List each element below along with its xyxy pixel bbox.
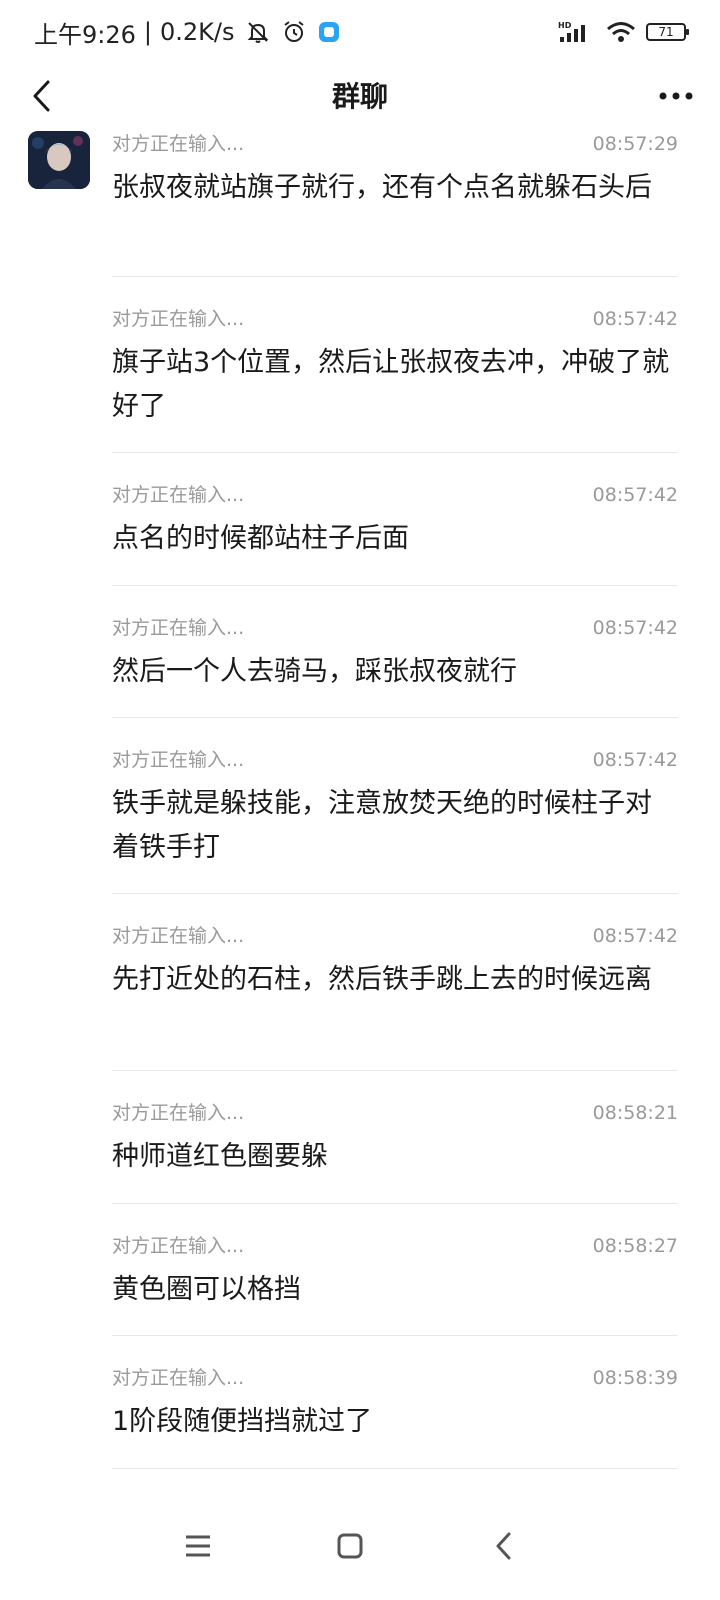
message-meta: 对方正在输入... 08:58:39: [112, 1366, 678, 1390]
typing-status: 对方正在输入...: [112, 1102, 245, 1124]
message-meta: 对方正在输入... 08:57:42: [112, 924, 678, 948]
page-title: 群聊: [331, 80, 388, 113]
message-meta: 对方正在输入... 08:57:42: [112, 483, 678, 507]
message-text: 铁手就是躲技能，注意放焚天绝的时候柱子对着铁手打: [112, 788, 652, 863]
message-meta: 对方正在输入... 08:57:42: [112, 307, 678, 331]
message-item: 对方正在输入... 08:57:29 张叔夜就站旗子就行，还有个点名就躲石头后: [112, 126, 678, 277]
chevron-left-icon: [33, 80, 50, 112]
message-item: 对方正在输入... 08:57:42 旗子站3个位置，然后让张叔夜去冲，冲破了就…: [112, 277, 678, 453]
message-item: 对方正在输入... 08:58:21 种师道红色圈要躲: [112, 1071, 678, 1204]
message-text: 然后一个人去骑马，踩张叔夜就行: [112, 656, 517, 687]
clock: 上午9:26: [34, 20, 136, 49]
typing-status: 对方正在输入...: [112, 925, 245, 947]
message-time: 08:57:42: [592, 617, 678, 639]
message-meta: 对方正在输入... 08:58:21: [112, 1101, 678, 1125]
back-icon: [496, 1532, 511, 1560]
message-item: 对方正在输入... 08:57:42 先打近处的石柱，然后铁手跳上去的时候远离: [112, 894, 678, 1071]
svg-text:HD: HD: [558, 21, 572, 30]
typing-status: 对方正在输入...: [112, 1367, 245, 1389]
message-item: 对方正在输入... 08:57:42 然后一个人去骑马，踩张叔夜就行: [112, 586, 678, 718]
battery-icon: 71: [646, 23, 689, 41]
network-speed: 0.2K/s: [160, 18, 235, 46]
menu-button[interactable]: [168, 1516, 228, 1576]
system-nav-bar: [0, 1490, 720, 1600]
message-text: 旗子站3个位置，然后让张叔夜去冲，冲破了就好了: [112, 347, 670, 422]
nav-back-button[interactable]: [474, 1516, 534, 1576]
message-text: 黄色圈可以格挡: [112, 1274, 301, 1305]
message-item: 对方正在输入... 08:57:42 铁手就是躲技能，注意放焚天绝的时候柱子对着…: [112, 718, 678, 894]
message-time: 08:58:21: [592, 1102, 678, 1124]
message-time: 08:57:42: [592, 484, 678, 506]
message-text: 种师道红色圈要躲: [112, 1141, 328, 1172]
typing-status: 对方正在输入...: [112, 133, 245, 155]
alarm-icon: [281, 19, 307, 45]
battery-level: 71: [658, 25, 674, 39]
message-time: 08:57:42: [592, 749, 678, 771]
typing-status: 对方正在输入...: [112, 749, 245, 771]
menu-icon: [186, 1535, 210, 1557]
typing-status: 对方正在输入...: [112, 1235, 245, 1257]
wifi-icon: [606, 20, 636, 44]
typing-status: 对方正在输入...: [112, 484, 245, 506]
message-meta: 对方正在输入... 08:58:27: [112, 1234, 678, 1258]
home-button[interactable]: [320, 1516, 380, 1576]
typing-status: 对方正在输入...: [112, 617, 245, 639]
typing-status: 对方正在输入...: [112, 308, 245, 330]
message-text: 1阶段随便挡挡就过了: [112, 1406, 373, 1437]
message-meta: 对方正在输入... 08:57:42: [112, 748, 678, 772]
message-time: 08:58:39: [592, 1367, 678, 1389]
message-item: 对方正在输入... 08:58:27 黄色圈可以格挡: [112, 1204, 678, 1336]
message-list[interactable]: 对方正在输入... 08:57:29 张叔夜就站旗子就行，还有个点名就躲石头后 …: [0, 126, 720, 1470]
back-button[interactable]: [22, 74, 62, 118]
status-separator: |: [143, 18, 152, 46]
message-text: 先打近处的石柱，然后铁手跳上去的时候远离: [112, 964, 652, 995]
status-bar: 上午9:26 | 0.2K/s HD 71: [0, 0, 720, 64]
message-text: 张叔夜就站旗子就行，还有个点名就躲石头后: [112, 172, 652, 203]
message-text: 点名的时候都站柱子后面: [112, 523, 409, 554]
mute-bell-icon: [245, 19, 271, 45]
status-right: HD 71: [554, 20, 689, 44]
status-left: 上午9:26 | 0.2K/s: [34, 15, 341, 50]
app-notification-icon: [317, 20, 341, 44]
more-button[interactable]: [654, 76, 698, 116]
message-time: 08:57:42: [592, 308, 678, 330]
more-dots-icon: [659, 92, 693, 100]
message-time: 08:58:27: [592, 1235, 678, 1257]
message-time: 08:57:42: [592, 925, 678, 947]
message-item: 对方正在输入... 08:57:42 点名的时候都站柱子后面: [112, 453, 678, 586]
message-item: 对方正在输入... 08:58:39 1阶段随便挡挡就过了: [112, 1336, 678, 1469]
home-icon: [337, 1533, 363, 1559]
hd-signal-icon: HD: [558, 20, 592, 44]
message-meta: 对方正在输入... 08:57:42: [112, 616, 678, 640]
message-meta: 对方正在输入... 08:57:29: [112, 132, 678, 156]
chat-header: 群聊: [0, 64, 720, 126]
message-time: 08:57:29: [592, 133, 678, 155]
